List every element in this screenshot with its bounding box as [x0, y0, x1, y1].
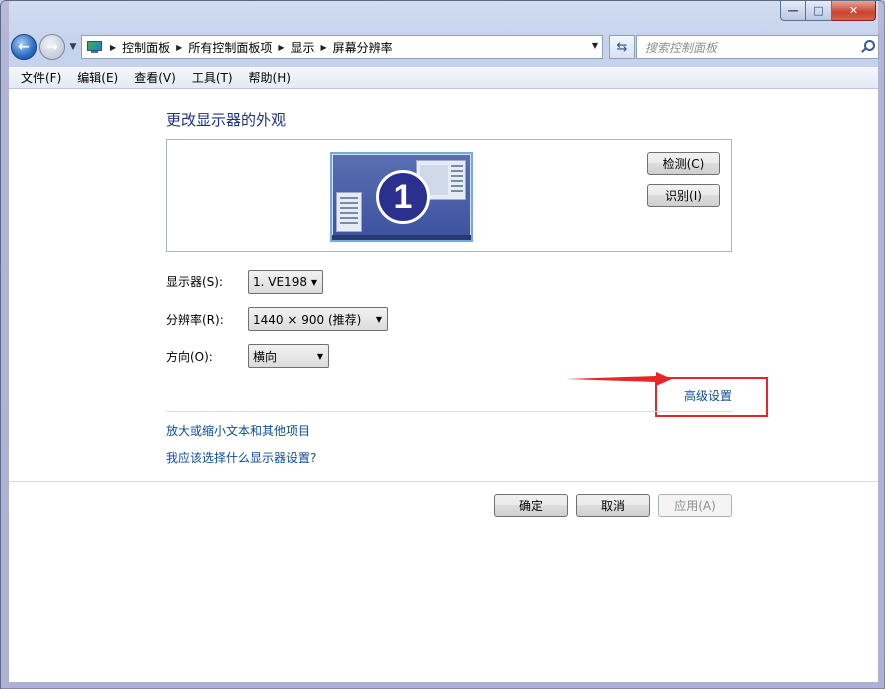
- menu-tools[interactable]: 工具(T): [184, 69, 241, 86]
- caption-buttons: — □ ✕: [780, 1, 876, 21]
- chevron-down-icon: ▼: [316, 352, 323, 361]
- maximize-button[interactable]: □: [806, 1, 832, 21]
- chevron-down-icon: ▼: [310, 278, 317, 287]
- which-settings-link[interactable]: 我应该选择什么显示器设置?: [166, 449, 316, 466]
- breadcrumb-separator-icon[interactable]: ▶: [176, 43, 182, 52]
- display-select[interactable]: 1. VE198 ▼: [248, 270, 323, 294]
- identify-button[interactable]: 识别(I): [647, 184, 720, 207]
- refresh-button[interactable]: ⇆: [609, 35, 635, 59]
- control-panel-icon: [86, 40, 104, 54]
- display-select-value: 1. VE198: [253, 275, 307, 289]
- cancel-button[interactable]: 取消: [576, 494, 650, 517]
- address-dropdown-icon[interactable]: ▼: [592, 41, 598, 50]
- breadcrumb-separator-icon[interactable]: ▶: [321, 43, 327, 52]
- orientation-label: 方向(O):: [166, 350, 213, 364]
- breadcrumb-control-panel[interactable]: 控制面板: [122, 39, 170, 56]
- text-size-link[interactable]: 放大或缩小文本和其他项目: [166, 422, 310, 439]
- preview-taskbar: [332, 235, 471, 240]
- apply-button[interactable]: 应用(A): [658, 494, 732, 517]
- section-divider: [166, 411, 732, 412]
- recent-pages-dropdown-icon[interactable]: ▼: [67, 42, 79, 52]
- back-button[interactable]: ←: [11, 34, 37, 60]
- address-bar[interactable]: ▶ 控制面板 ▶ 所有控制面板项 ▶ 显示 ▶ 屏幕分辨率 ▼: [81, 35, 603, 59]
- breadcrumb-screen-resolution[interactable]: 屏幕分辨率: [333, 39, 393, 56]
- close-button[interactable]: ✕: [832, 1, 876, 21]
- ok-button[interactable]: 确定: [494, 494, 568, 517]
- menu-view[interactable]: 查看(V): [126, 69, 184, 86]
- breadcrumb-all-items[interactable]: 所有控制面板项: [188, 39, 272, 56]
- search-icon[interactable]: [860, 40, 875, 54]
- breadcrumb-separator-icon[interactable]: ▶: [278, 43, 284, 52]
- page-title: 更改显示器的外观: [166, 111, 287, 129]
- resolution-label: 分辨率(R):: [166, 313, 224, 327]
- menu-edit[interactable]: 编辑(E): [69, 69, 126, 86]
- detect-button[interactable]: 检测(C): [647, 152, 720, 175]
- breadcrumb-display[interactable]: 显示: [291, 39, 315, 56]
- refresh-icon: ⇆: [616, 39, 628, 55]
- orientation-select[interactable]: 横向 ▼: [248, 344, 329, 368]
- advanced-settings-link[interactable]: 高级设置: [684, 387, 732, 404]
- search-input[interactable]: 搜索控制面板: [636, 35, 879, 59]
- orientation-select-value: 横向: [253, 349, 278, 364]
- forward-button[interactable]: →: [39, 34, 65, 60]
- menu-help[interactable]: 帮助(H): [241, 69, 299, 86]
- chevron-down-icon: ▼: [375, 315, 382, 324]
- control-panel-window: — □ ✕ ← → ▼ ▶ 控制面板 ▶ 所有控制面板项 ▶ 显示 ▶ 屏幕分辨…: [0, 0, 885, 689]
- navigation-bar: ← → ▼ ▶ 控制面板 ▶ 所有控制面板项 ▶ 显示 ▶ 屏幕分辨率 ▼ ⇆ …: [9, 31, 879, 63]
- preview-window-small: [336, 192, 362, 232]
- display-preview-panel: 1 检测(C) 识别(I): [166, 139, 732, 252]
- search-placeholder: 搜索控制面板: [645, 40, 718, 55]
- resolution-select[interactable]: 1440 × 900 (推荐) ▼: [248, 307, 388, 331]
- display-label: 显示器(S):: [166, 275, 224, 289]
- breadcrumb-separator-icon[interactable]: ▶: [110, 43, 116, 52]
- monitor-number-badge: 1: [376, 170, 430, 224]
- monitor-preview[interactable]: 1: [330, 152, 473, 242]
- menu-bar: 文件(F) 编辑(E) 查看(V) 工具(T) 帮助(H): [9, 67, 878, 89]
- menu-file[interactable]: 文件(F): [13, 69, 69, 86]
- content-pane: 更改显示器的外观 1 检测(C) 识别(I) 显示器(S): 1. VE198 …: [9, 89, 878, 682]
- minimize-button[interactable]: —: [780, 1, 806, 21]
- footer-divider: [9, 481, 878, 482]
- resolution-select-value: 1440 × 900 (推荐): [253, 312, 362, 327]
